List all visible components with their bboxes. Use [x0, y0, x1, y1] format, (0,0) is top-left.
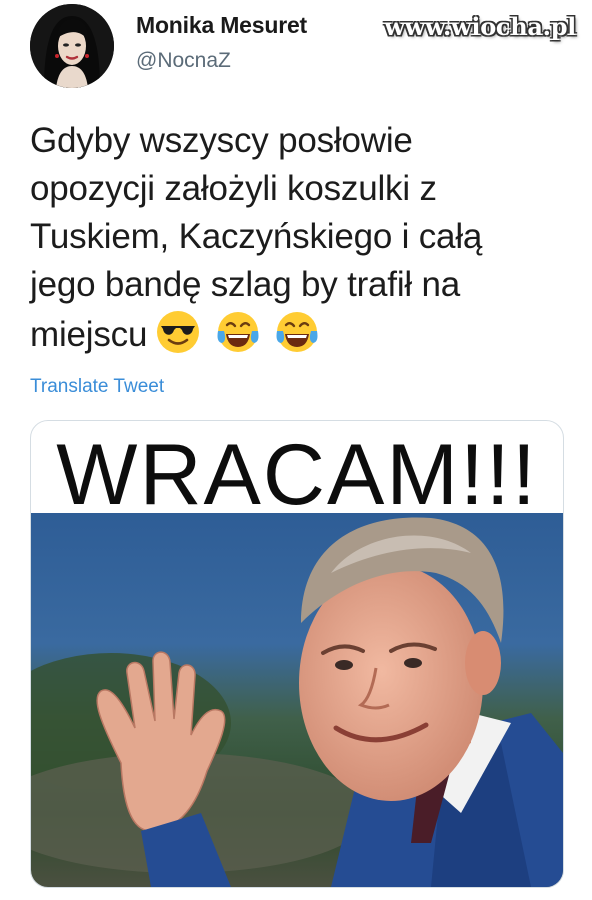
watermark: www.wiocha.pl [384, 12, 576, 41]
media-caption: WRACAM!!! [56, 427, 538, 523]
emoji-group [155, 309, 324, 368]
tweet-text-line: miejscu [30, 315, 148, 354]
tweet-text-line: opozycji założyli koszulki z [30, 169, 437, 208]
tweet-text-line: jego bandę szlag by trafił na [30, 265, 461, 304]
tweet: Monika Mesuret @NocnaZ www.wiocha.pl Gdy… [0, 0, 592, 900]
translate-tweet-link[interactable]: Translate Tweet [30, 376, 164, 398]
avatar[interactable] [30, 4, 114, 88]
media-card[interactable]: WRACAM!!! [30, 420, 564, 888]
man-waving-photo [31, 513, 563, 887]
tweet-text-line: Gdyby wszyscy posłowie [30, 121, 413, 160]
profile-photo-icon [30, 4, 114, 88]
tweet-text-line-last: miejscu [30, 309, 575, 368]
smiling-face-with-sunglasses-icon [157, 311, 200, 353]
face-with-tears-of-joy-icon [276, 312, 318, 352]
tweet-text: Gdyby wszyscy posłowie opozycji założyli… [30, 117, 575, 368]
author-name[interactable]: Monika Mesuret [136, 12, 307, 39]
author-handle[interactable]: @NocnaZ [136, 49, 231, 73]
tweet-text-line: Tuskiem, Kaczyńskiego i całą [30, 217, 483, 256]
face-with-tears-of-joy-icon [217, 312, 259, 352]
